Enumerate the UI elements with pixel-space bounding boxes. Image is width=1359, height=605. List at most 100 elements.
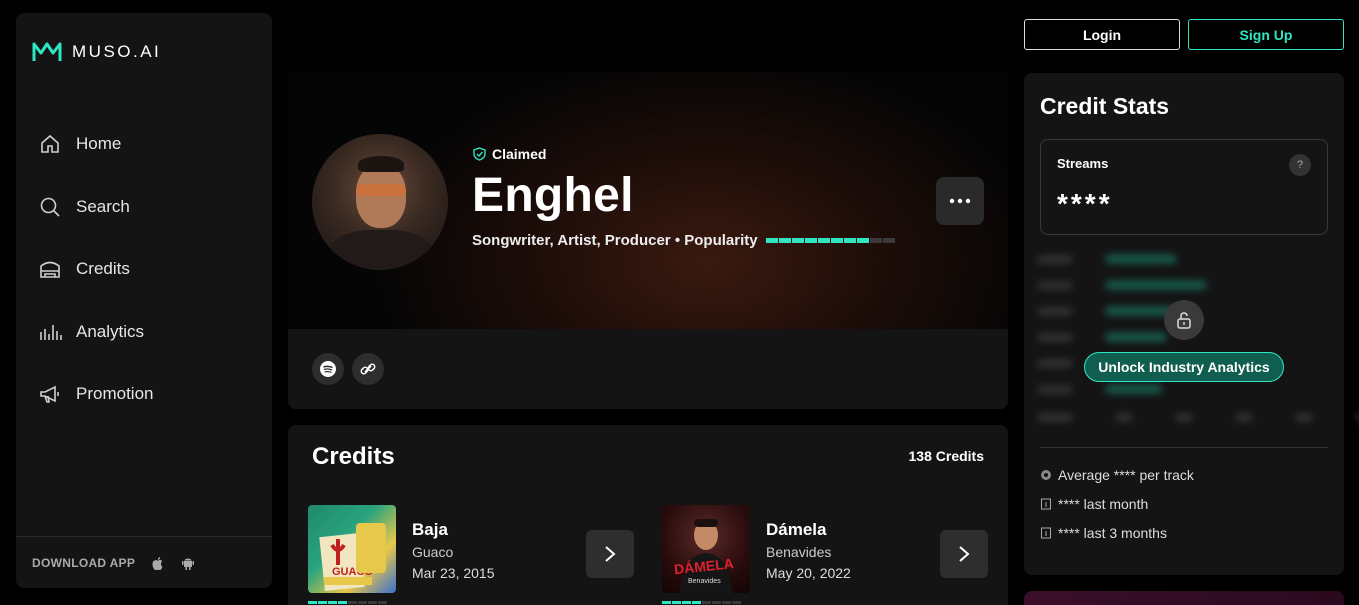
credit-card[interactable]: DÁMELA Benavides Dámela Benavides May 20… [662,505,988,605]
signup-button[interactable]: Sign Up [1188,19,1344,50]
megaphone-icon [40,385,59,404]
roles-text: Songwriter, Artist, Producer • Popularit… [472,232,758,249]
credits-count[interactable]: 138 Credits [909,448,984,464]
avatar [312,134,448,270]
popularity-segment [318,601,327,604]
credit-title[interactable]: Baja [412,520,448,540]
external-links-bar [288,329,1008,409]
last-3-months-stat: **** last 3 months [1040,525,1167,541]
claimed-label: Claimed [492,146,547,162]
album-cover[interactable]: DÁMELA Benavides [662,505,750,593]
download-app-label: DOWNLOAD APP [32,555,136,570]
brand-name: MUSO.AI [72,42,162,61]
login-button[interactable]: Login [1024,19,1180,50]
sidebar-item-label: Promotion [76,384,154,404]
streams-value: **** [1057,188,1113,219]
sidebar-item-label: Credits [76,259,130,279]
apple-icon[interactable] [151,556,165,570]
sidebar-item-home[interactable]: Home [38,113,153,176]
sidebar-item-search[interactable]: Search [38,176,153,239]
credit-title[interactable]: Dámela [766,520,826,540]
link-icon [360,363,376,375]
popularity-segment [732,601,741,604]
popularity-segment [672,601,681,604]
popularity-segment [778,238,791,243]
sidebar-item-credits[interactable]: Credits [38,238,153,301]
popularity-segment [328,601,337,604]
more-options-button[interactable] [936,177,984,225]
popularity-segment [348,601,357,604]
last-3-months-label: **** last 3 months [1058,525,1167,541]
popularity-segment [791,238,804,243]
popularity-bar [765,238,895,243]
help-icon[interactable]: ? [1289,154,1311,176]
popularity-segment [368,601,377,604]
credit-popularity-bar [308,601,387,604]
credit-stats-title: Credit Stats [1040,93,1170,119]
popularity-segment [308,601,317,604]
popularity-segment [843,238,856,243]
calendar-icon [1041,498,1051,510]
last-month-stat: **** last month [1040,496,1148,512]
album-cover-art: DÁMELA Benavides [673,519,734,593]
popularity-segment [358,601,367,604]
divider [1040,447,1328,448]
claimed-badge: Claimed [473,146,546,162]
average-label: Average **** per track [1058,467,1194,483]
popularity-segment [662,601,671,604]
credit-card[interactable]: GUACO Baja Guaco Mar 23, 2015 [308,505,634,605]
credit-open-button[interactable] [586,530,634,578]
logo-icon [32,42,62,61]
search-icon [40,197,60,217]
logo[interactable]: MUSO.AI [32,41,161,63]
sidebar-item-promotion[interactable]: Promotion [38,363,153,426]
credit-artist[interactable]: Benavides [766,544,831,560]
locked-analytics-preview [1038,249,1359,439]
spotify-link[interactable] [312,353,344,385]
popularity-segment [712,601,721,604]
home-icon [41,135,59,154]
sidebar-item-label: Home [76,134,122,154]
album-cover[interactable]: GUACO [308,505,396,593]
more-dots-icon [949,198,971,204]
unlock-analytics-button[interactable]: Unlock Industry Analytics [1084,352,1284,382]
credit-stats-panel: Credit Stats Streams ? **** Unlock Indus… [1024,73,1359,575]
chevron-right-icon [959,546,970,562]
popularity-segment [765,238,778,243]
svg-text:Benavides: Benavides [688,578,721,585]
popularity-segment [702,601,711,604]
sidebar-nav: Home Search Credits Analytics Promotion [38,113,153,426]
credits-icon [40,261,60,279]
download-app-bar: DOWNLOAD APP [16,536,272,588]
sidebar-item-label: Search [76,196,130,216]
credits-title: Credits [312,443,395,470]
credit-date: Mar 23, 2015 [412,565,495,581]
android-icon[interactable] [181,556,195,570]
popularity-segment [869,238,882,243]
analytics-icon [40,324,62,340]
sidebar-item-analytics[interactable]: Analytics [38,301,153,364]
spotify-icon [320,361,336,377]
credit-artist[interactable]: Guaco [412,544,453,560]
calendar-icon [1041,527,1051,539]
popularity-segment [882,238,895,243]
last-month-label: **** last month [1058,496,1149,512]
credit-open-button[interactable] [940,530,988,578]
streams-label: Streams [1057,156,1109,171]
artist-header: Claimed Enghel Songwriter, Artist, Produ… [288,72,1008,329]
artist-name: Enghel [472,169,634,222]
lock-icon [1164,300,1204,340]
popularity-segment [830,238,843,243]
popularity-segment [692,601,701,604]
stats-gauge-icon [1041,470,1051,480]
popularity-segment [682,601,691,604]
album-cover-art: GUACO [319,523,386,591]
popularity-segment [804,238,817,243]
popularity-segment [856,238,869,243]
credit-popularity-bar [662,601,741,604]
sidebar-item-label: Analytics [76,321,145,341]
popularity-segment [378,601,387,604]
external-link[interactable] [352,353,384,385]
sidebar: MUSO.AI Home Search Credits Analytics Pr… [16,13,272,588]
streams-card: Streams ? **** [1040,139,1328,235]
